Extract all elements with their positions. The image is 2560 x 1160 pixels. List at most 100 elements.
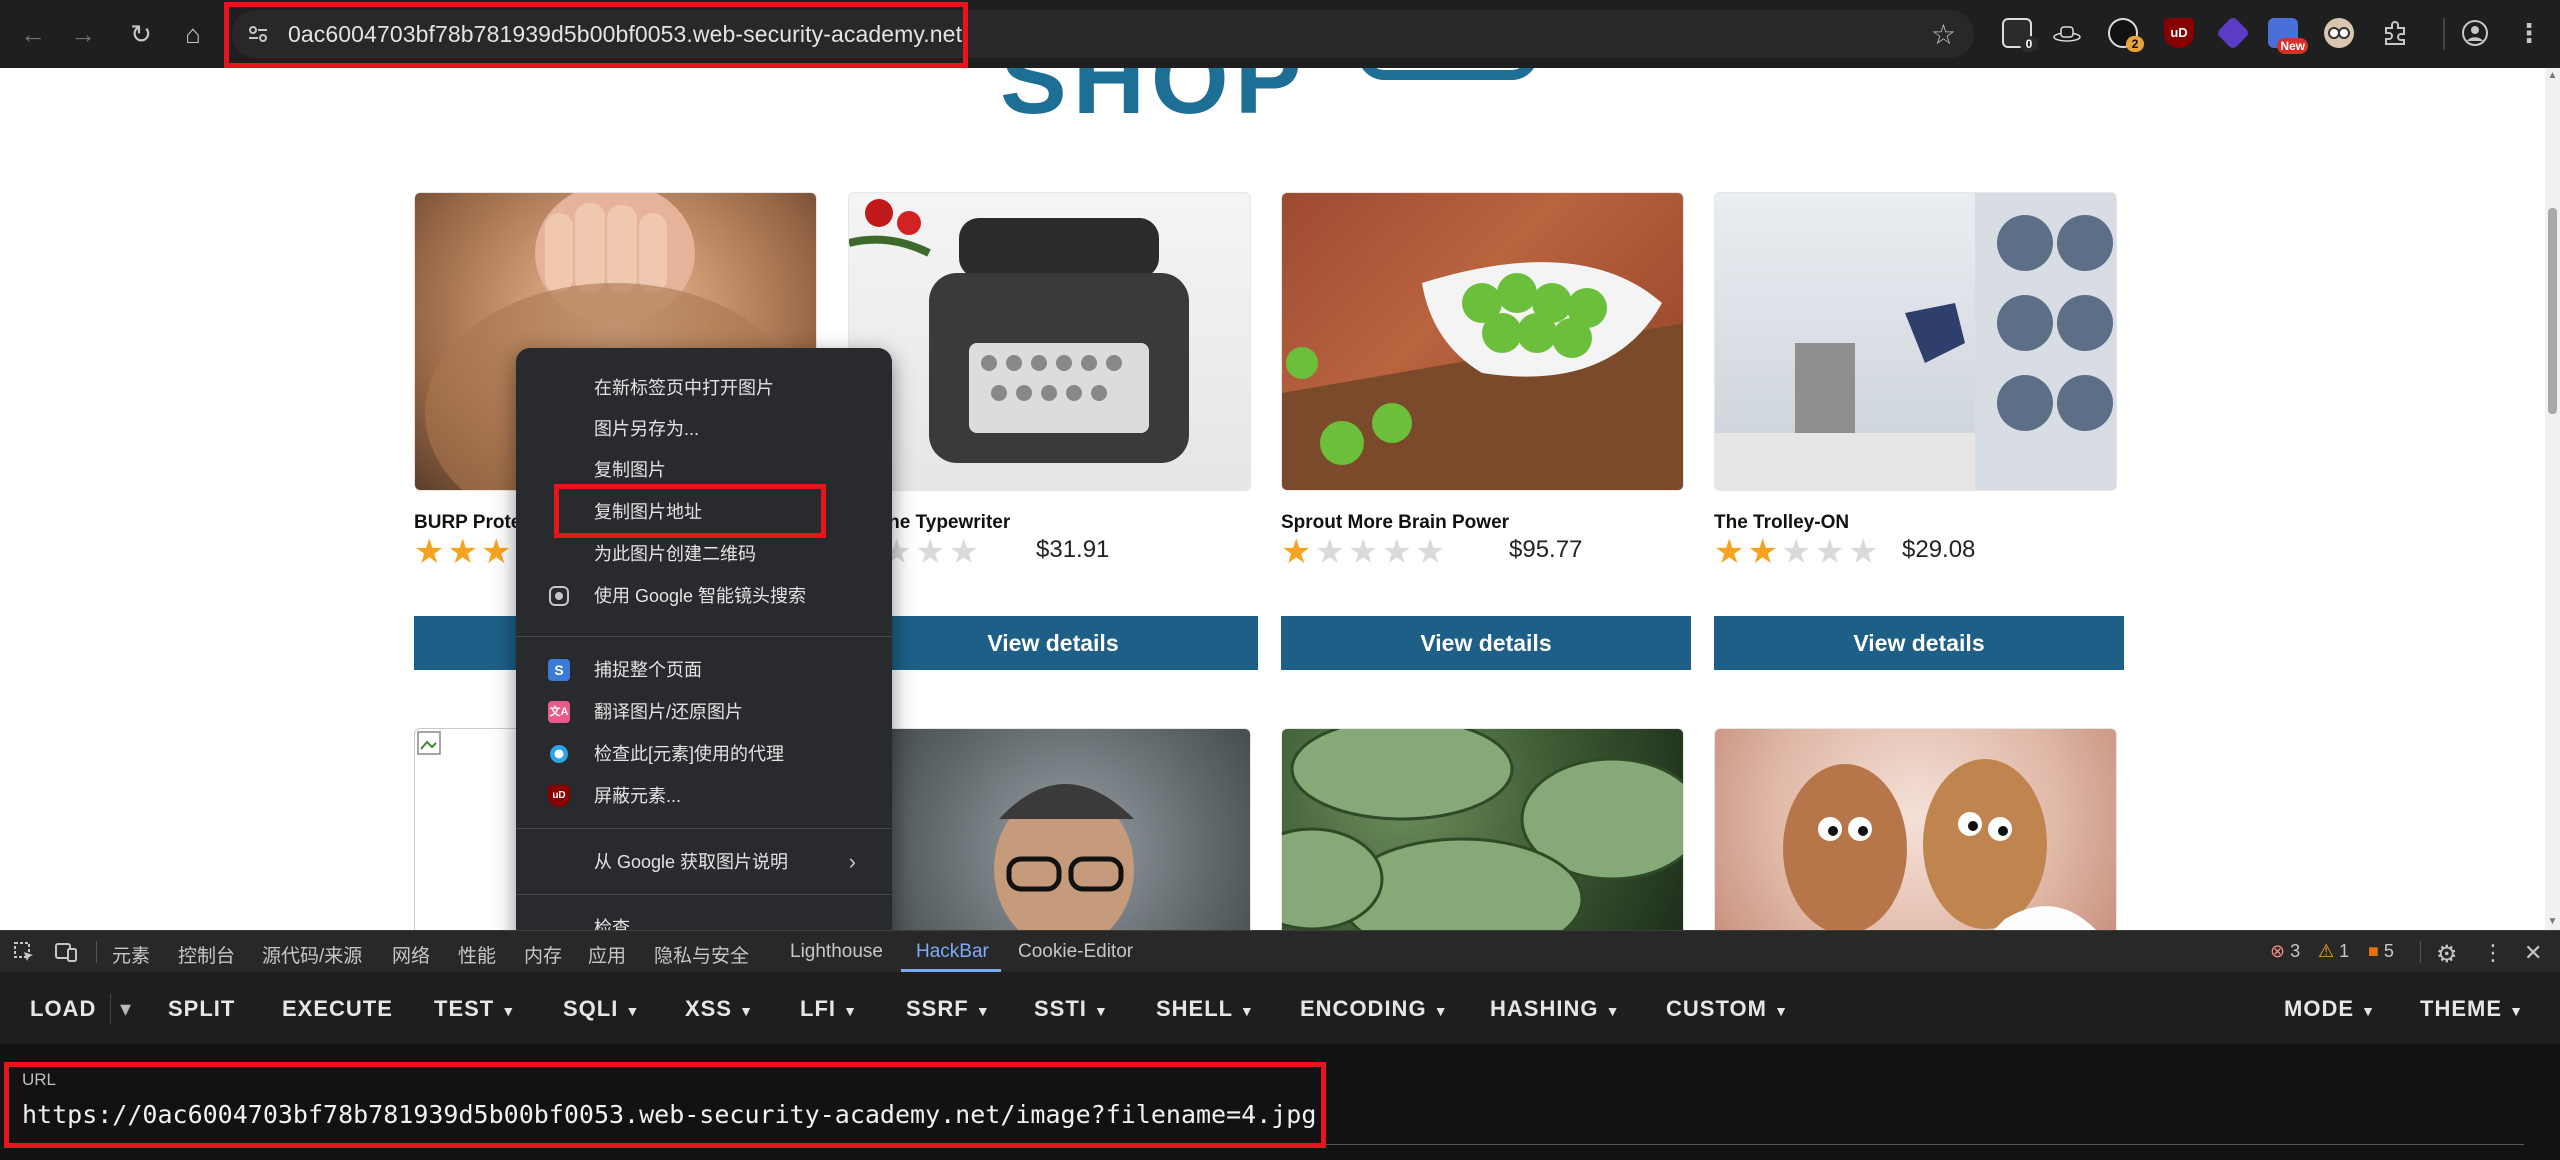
hashing-menu[interactable]: HASHING ▼	[1490, 996, 1620, 1022]
menu-inspect[interactable]: 检查	[516, 910, 892, 930]
product-image-laundry[interactable]	[1714, 192, 2117, 491]
menu-open-image-new-tab[interactable]: 在新标签页中打开图片	[516, 370, 892, 406]
back-button[interactable]: ←	[16, 17, 50, 51]
product-image-water-face[interactable]	[848, 728, 1251, 930]
tab-performance[interactable]: 性能	[458, 941, 496, 968]
dropdown-caret-icon: ▼	[1239, 1003, 1255, 1019]
lfi-menu[interactable]: LFI ▼	[800, 996, 858, 1022]
new-extension-icon[interactable]: New	[2268, 18, 2308, 54]
star-filled-icon: ★	[480, 533, 515, 571]
view-details-button[interactable]: View details	[1714, 616, 2124, 670]
menu-check-proxy[interactable]: 检查此[元素]使用的代理	[516, 736, 892, 772]
wappalyzer-icon[interactable]	[2216, 16, 2250, 50]
menu-save-image-as[interactable]: 图片另存为...	[516, 411, 892, 447]
dropdown-caret-icon: ▼	[1605, 1003, 1621, 1019]
menu-google-image-description[interactable]: 从 Google 获取图片说明 ›	[516, 844, 892, 880]
extensions-puzzle-icon[interactable]	[2380, 18, 2410, 48]
proxy-circle-icon	[548, 743, 570, 765]
encoding-menu[interactable]: ENCODING ▼	[1300, 996, 1449, 1022]
reload-button[interactable]: ↻	[124, 17, 158, 51]
ublock-origin-icon[interactable]: uD	[2164, 18, 2194, 48]
more-menu-icon[interactable]: ⋮	[2514, 18, 2544, 48]
dropdown-caret-icon: ▼	[1774, 1003, 1789, 1019]
split-button[interactable]: SPLIT	[168, 996, 235, 1022]
menu-item-label: 在新标签页中打开图片	[594, 378, 774, 398]
dropdown-caret-icon: ▼	[1433, 1003, 1449, 1019]
home-button[interactable]: ⌂	[176, 17, 210, 51]
tab-memory[interactable]: 内存	[524, 941, 562, 968]
page-scrollbar[interactable]: ▲ ▼	[2545, 68, 2560, 930]
menu-copy-image[interactable]: 复制图片	[516, 452, 892, 488]
scroll-thumb[interactable]	[2548, 208, 2557, 414]
goggles-extension-icon[interactable]	[2324, 18, 2354, 48]
tab-cookie-editor[interactable]: Cookie-Editor	[1018, 941, 1133, 963]
devtools-tabbar: 元素 控制台 源代码/来源 网络 性能 内存 应用 隐私与安全 Lighthou…	[0, 930, 2560, 972]
menu-create-qr-code[interactable]: 为此图片创建二维码	[516, 536, 892, 572]
inspect-element-icon[interactable]	[12, 940, 36, 970]
view-details-button[interactable]: View details	[1281, 616, 1691, 670]
ublock-icon: uD	[548, 785, 570, 807]
theme-menu[interactable]: THEME ▼	[2420, 996, 2524, 1022]
spy-hat-extension-icon[interactable]	[2052, 18, 2082, 48]
test-menu[interactable]: TEST ▼	[434, 996, 516, 1022]
product-name: Sprout More Brain Power	[1281, 512, 1510, 533]
proxy-extension-icon[interactable]: 2	[2108, 18, 2144, 52]
forward-button[interactable]: →	[66, 17, 100, 51]
dropdown-caret-icon: ▼	[1094, 1003, 1109, 1019]
menu-translate-image[interactable]: 文A 翻译图片/还原图片	[516, 694, 892, 730]
warning-icon: ⚠	[2318, 941, 2335, 961]
tab-lighthouse[interactable]: Lighthouse	[790, 941, 883, 963]
menu-google-lens-search[interactable]: 使用 Google 智能镜头搜索	[516, 578, 892, 614]
load-button[interactable]: LOAD	[30, 996, 96, 1022]
back-arrow-icon: ←	[20, 19, 46, 49]
warning-count[interactable]: ⚠ 1	[2318, 941, 2349, 962]
custom-menu[interactable]: CUSTOM ▼	[1666, 996, 1789, 1022]
product-image-eggs[interactable]	[1714, 728, 2117, 930]
menu-separator	[516, 828, 892, 829]
menu-block-element[interactable]: uD 屏蔽元素...	[516, 778, 892, 814]
menu-capture-full-page[interactable]: S 捕捉整个页面	[516, 652, 892, 688]
tab-elements[interactable]: 元素	[112, 941, 150, 968]
settings-gear-icon[interactable]: ⚙	[2436, 940, 2458, 969]
xss-menu[interactable]: XSS ▼	[685, 996, 754, 1022]
star-empty-icon: ★	[1347, 533, 1382, 571]
scroll-up-icon[interactable]: ▲	[2545, 70, 2560, 82]
issue-count[interactable]: ■ 5	[2368, 941, 2394, 962]
product-image-leaves[interactable]	[1281, 728, 1684, 930]
load-dropdown-icon[interactable]: ▾	[120, 996, 132, 1022]
dropdown-caret-icon: ▼	[501, 1003, 517, 1019]
view-details-button[interactable]: View details	[848, 616, 1258, 670]
dropdown-caret-icon: ▼	[625, 1003, 641, 1019]
menu-item-label: 屏蔽元素...	[594, 786, 682, 806]
bookmark-star-icon[interactable]: ☆	[1931, 18, 1956, 51]
menu-item-label: 为此图片创建二维码	[594, 544, 756, 564]
tab-sources[interactable]: 源代码/来源	[262, 941, 362, 968]
product-price: $31.91	[1036, 536, 1110, 563]
tab-application[interactable]: 应用	[588, 941, 626, 968]
tab-privacy-security[interactable]: 隐私与安全	[654, 941, 749, 968]
product-rating: ★★★★★	[1281, 534, 1448, 570]
toolbar-separator	[2443, 18, 2445, 50]
close-devtools-icon[interactable]: ✕	[2524, 940, 2542, 966]
devtools-more-icon[interactable]: ⋮	[2482, 940, 2504, 966]
tab-hackbar[interactable]: HackBar	[916, 941, 989, 963]
tab-console[interactable]: 控制台	[178, 941, 235, 968]
error-count[interactable]: ⊗ 3	[2270, 941, 2300, 962]
ssti-menu[interactable]: SSTI ▼	[1034, 996, 1109, 1022]
shell-menu[interactable]: SHELL ▼	[1156, 996, 1255, 1022]
mode-menu[interactable]: MODE ▼	[2284, 996, 2376, 1022]
tab-network[interactable]: 网络	[392, 941, 430, 968]
qr-extension-icon[interactable]: 0	[2002, 18, 2038, 52]
profile-avatar-icon[interactable]	[2460, 18, 2490, 48]
product-image-sprouts[interactable]	[1281, 192, 1684, 491]
ssrf-menu[interactable]: SSRF ▼	[906, 996, 991, 1022]
translate-icon: 文A	[548, 701, 570, 723]
hackbar-url-panel: URL https://0ac6004703bf78b781939d5b00bf…	[0, 1044, 2560, 1160]
device-toolbar-icon[interactable]	[54, 940, 78, 970]
execute-button[interactable]: EXECUTE	[282, 996, 393, 1022]
dropdown-caret-icon: ▼	[975, 1003, 991, 1019]
sqli-menu[interactable]: SQLI ▼	[563, 996, 640, 1022]
home-icon: ⌂	[185, 19, 201, 49]
scroll-down-icon[interactable]: ▼	[2545, 916, 2560, 928]
product-image-typewriter[interactable]	[848, 192, 1251, 491]
